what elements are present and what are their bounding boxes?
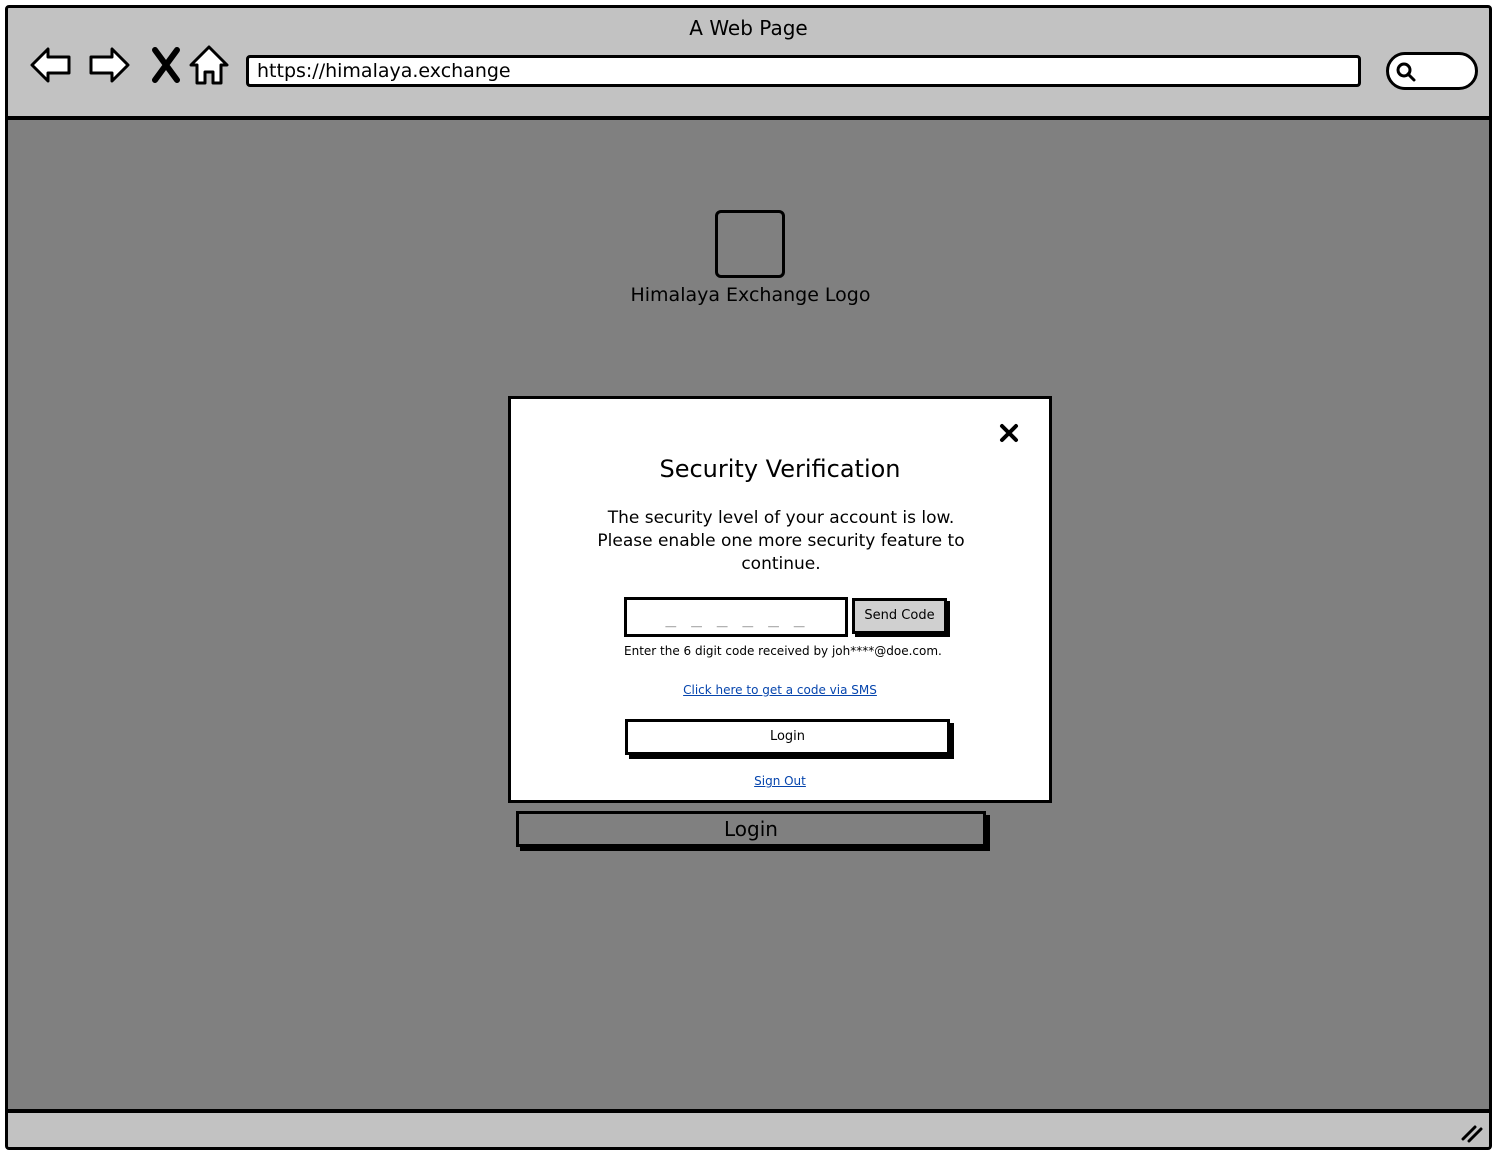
verification-code-input[interactable] — [624, 597, 848, 637]
security-verification-modal: Security Verification The security level… — [508, 396, 1052, 803]
address-bar[interactable]: https://himalaya.exchange — [246, 55, 1361, 87]
browser-toolbar: A Web Page https://himalaya.exchange — [8, 8, 1489, 120]
back-arrow-icon[interactable] — [28, 42, 74, 88]
status-bar — [8, 1109, 1489, 1147]
code-hint-text: Enter the 6 digit code received by joh**… — [624, 644, 942, 658]
browser-window: A Web Page https://himalaya.exchange Him… — [5, 5, 1492, 1150]
logo-caption: Himalaya Exchange Logo — [630, 284, 871, 306]
home-icon[interactable] — [186, 42, 232, 88]
background-login-button[interactable]: Login — [516, 811, 986, 847]
stop-icon[interactable] — [143, 42, 189, 88]
sms-code-link[interactable]: Click here to get a code via SMS — [511, 683, 1049, 697]
sign-out-link[interactable]: Sign Out — [511, 774, 1049, 788]
resize-grip-icon[interactable] — [1457, 1119, 1483, 1143]
search-icon — [1396, 62, 1416, 82]
modal-title: Security Verification — [659, 455, 901, 483]
forward-arrow-icon[interactable] — [86, 42, 132, 88]
modal-login-button[interactable]: Login — [625, 719, 950, 755]
send-code-button[interactable]: Send Code — [852, 598, 947, 634]
modal-message: The security level of your account is lo… — [597, 508, 965, 574]
window-title: A Web Page — [689, 16, 808, 40]
browser-search-button[interactable] — [1386, 52, 1478, 90]
logo-placeholder — [715, 210, 785, 278]
close-icon[interactable] — [997, 421, 1021, 445]
